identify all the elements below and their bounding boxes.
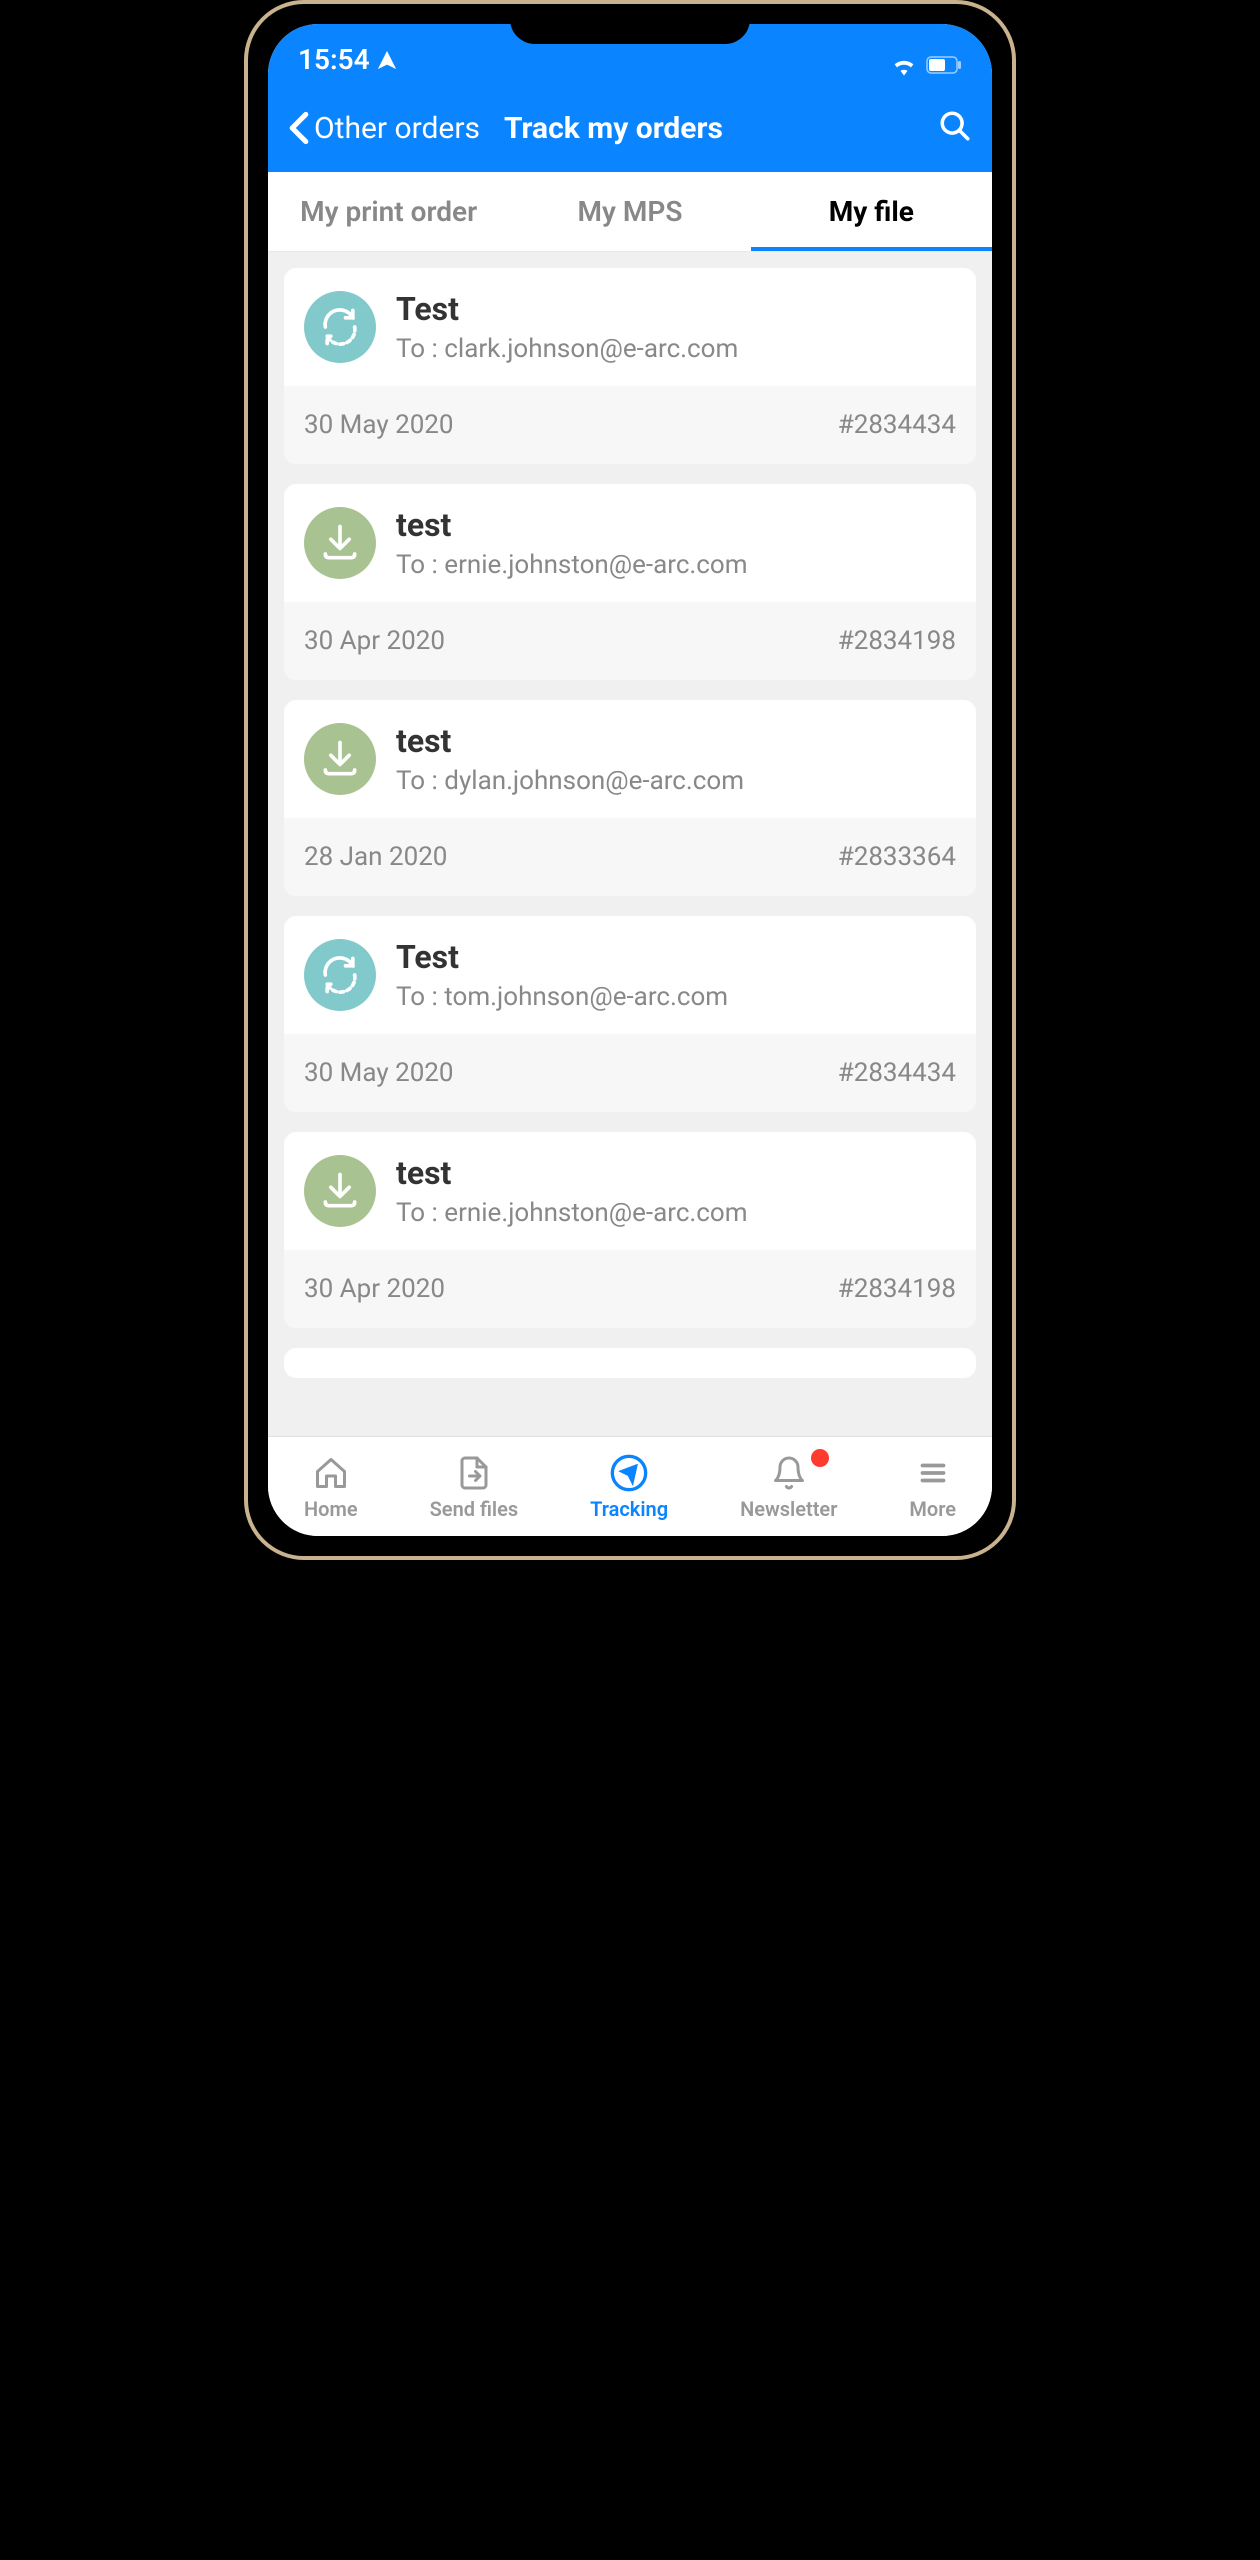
card-body: test To : dylan.johnson@e-arc.com xyxy=(396,722,956,796)
file-date: 30 May 2020 xyxy=(304,1058,454,1088)
file-id: #2834198 xyxy=(838,1274,956,1304)
file-id: #2833364 xyxy=(838,842,956,872)
tracking-icon xyxy=(609,1453,649,1493)
tab-my-print-order[interactable]: My print order xyxy=(268,172,509,251)
sync-icon xyxy=(304,939,376,1011)
file-card[interactable]: test To : ernie.johnston@e-arc.com 30 Ap… xyxy=(284,484,976,680)
file-card[interactable]: test To : ernie.johnston@e-arc.com 30 Ap… xyxy=(284,1132,976,1328)
file-title: test xyxy=(396,722,956,760)
card-body: test To : ernie.johnston@e-arc.com xyxy=(396,506,956,580)
back-label: Other orders xyxy=(314,111,480,146)
screen: 15:54 Other orders Track my orders My pr… xyxy=(268,24,992,1536)
card-header: test To : dylan.johnson@e-arc.com xyxy=(284,700,976,818)
nav-header: Other orders Track my orders xyxy=(268,84,992,172)
card-body: test To : ernie.johnston@e-arc.com xyxy=(396,1154,956,1228)
card-footer: 30 Apr 2020 #2834198 xyxy=(284,602,976,680)
card-footer: 28 Jan 2020 #2833364 xyxy=(284,818,976,896)
tab-my-file[interactable]: My file xyxy=(751,172,992,251)
tab-label: My file xyxy=(829,195,914,228)
page-title: Track my orders xyxy=(504,111,723,146)
wifi-icon xyxy=(890,54,918,76)
nav-label: Newsletter xyxy=(740,1497,837,1521)
card-body: Test To : tom.johnson@e-arc.com xyxy=(396,938,956,1012)
file-recipient: To : ernie.johnston@e-arc.com xyxy=(396,1198,956,1228)
card-header: Test To : tom.johnson@e-arc.com xyxy=(284,916,976,1034)
file-recipient: To : dylan.johnson@e-arc.com xyxy=(396,766,956,796)
card-header: Test To : clark.johnson@e-arc.com xyxy=(284,268,976,386)
status-time-group: 15:54 xyxy=(298,43,398,76)
card-footer: 30 May 2020 #2834434 xyxy=(284,1034,976,1112)
file-id: #2834434 xyxy=(838,1058,956,1088)
card-header: test To : ernie.johnston@e-arc.com xyxy=(284,1132,976,1250)
nav-label: More xyxy=(909,1497,956,1521)
tab-label: My MPS xyxy=(578,195,683,228)
home-icon xyxy=(311,1453,351,1493)
file-list[interactable]: Test To : clark.johnson@e-arc.com 30 May… xyxy=(268,252,992,1436)
newsletter-icon xyxy=(769,1453,809,1493)
file-card[interactable]: test To : dylan.johnson@e-arc.com 28 Jan… xyxy=(284,700,976,896)
card-header: test To : ernie.johnston@e-arc.com xyxy=(284,484,976,602)
file-title: test xyxy=(396,1154,956,1192)
phone-frame: 15:54 Other orders Track my orders My pr… xyxy=(244,0,1016,1560)
file-id: #2834198 xyxy=(838,626,956,656)
file-card-partial[interactable] xyxy=(284,1348,976,1378)
chevron-left-icon xyxy=(288,111,310,145)
nav-label: Home xyxy=(304,1497,358,1521)
download-icon xyxy=(304,723,376,795)
search-icon xyxy=(938,109,972,143)
search-button[interactable] xyxy=(938,109,972,147)
file-title: test xyxy=(396,506,956,544)
card-body: Test To : clark.johnson@e-arc.com xyxy=(396,290,956,364)
status-time: 15:54 xyxy=(298,43,370,76)
file-date: 30 Apr 2020 xyxy=(304,626,445,656)
tab-label: My print order xyxy=(300,195,477,228)
nav-newsletter[interactable]: Newsletter xyxy=(740,1453,837,1521)
more-icon xyxy=(913,1453,953,1493)
file-title: Test xyxy=(396,290,956,328)
tabs: My print order My MPS My file xyxy=(268,172,992,252)
status-indicators xyxy=(890,54,962,76)
file-card[interactable]: Test To : clark.johnson@e-arc.com 30 May… xyxy=(284,268,976,464)
bottom-nav: Home Send files Tracking Newsletter xyxy=(268,1436,992,1536)
file-date: 30 Apr 2020 xyxy=(304,1274,445,1304)
nav-send-files[interactable]: Send files xyxy=(430,1453,519,1521)
file-id: #2834434 xyxy=(838,410,956,440)
file-date: 28 Jan 2020 xyxy=(304,842,447,872)
file-recipient: To : tom.johnson@e-arc.com xyxy=(396,982,956,1012)
send-files-icon xyxy=(454,1453,494,1493)
file-card[interactable]: Test To : tom.johnson@e-arc.com 30 May 2… xyxy=(284,916,976,1112)
nav-label: Send files xyxy=(430,1497,519,1521)
phone-notch xyxy=(510,4,750,44)
card-footer: 30 May 2020 #2834434 xyxy=(284,386,976,464)
location-icon xyxy=(376,49,398,71)
download-icon xyxy=(304,1155,376,1227)
nav-tracking[interactable]: Tracking xyxy=(590,1453,668,1521)
nav-home[interactable]: Home xyxy=(304,1453,358,1521)
notification-badge xyxy=(811,1449,829,1467)
file-title: Test xyxy=(396,938,956,976)
back-button[interactable]: Other orders xyxy=(288,111,480,146)
download-icon xyxy=(304,507,376,579)
card-footer: 30 Apr 2020 #2834198 xyxy=(284,1250,976,1328)
sync-icon xyxy=(304,291,376,363)
battery-icon xyxy=(926,56,962,74)
file-recipient: To : ernie.johnston@e-arc.com xyxy=(396,550,956,580)
file-recipient: To : clark.johnson@e-arc.com xyxy=(396,334,956,364)
file-date: 30 May 2020 xyxy=(304,410,454,440)
nav-label: Tracking xyxy=(590,1497,668,1521)
tab-my-mps[interactable]: My MPS xyxy=(509,172,750,251)
nav-more[interactable]: More xyxy=(909,1453,956,1521)
